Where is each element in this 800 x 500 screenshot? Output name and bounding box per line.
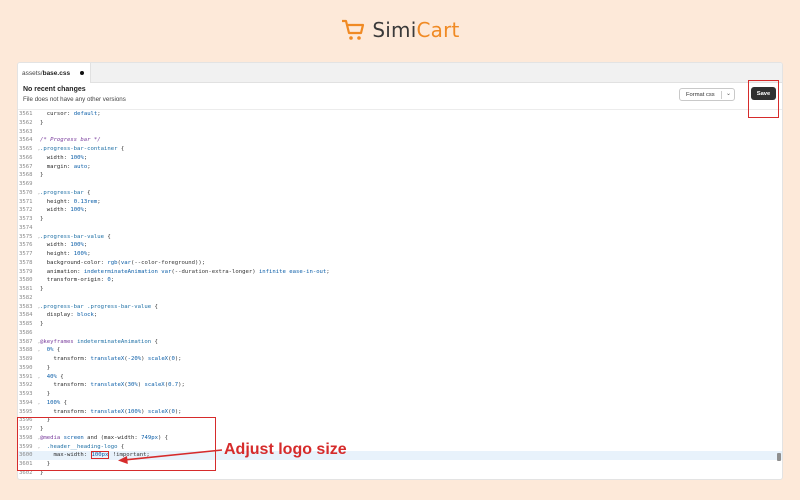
annotation-label: Adjust logo size: [224, 441, 347, 458]
annotation-arrow-icon: [118, 449, 223, 464]
